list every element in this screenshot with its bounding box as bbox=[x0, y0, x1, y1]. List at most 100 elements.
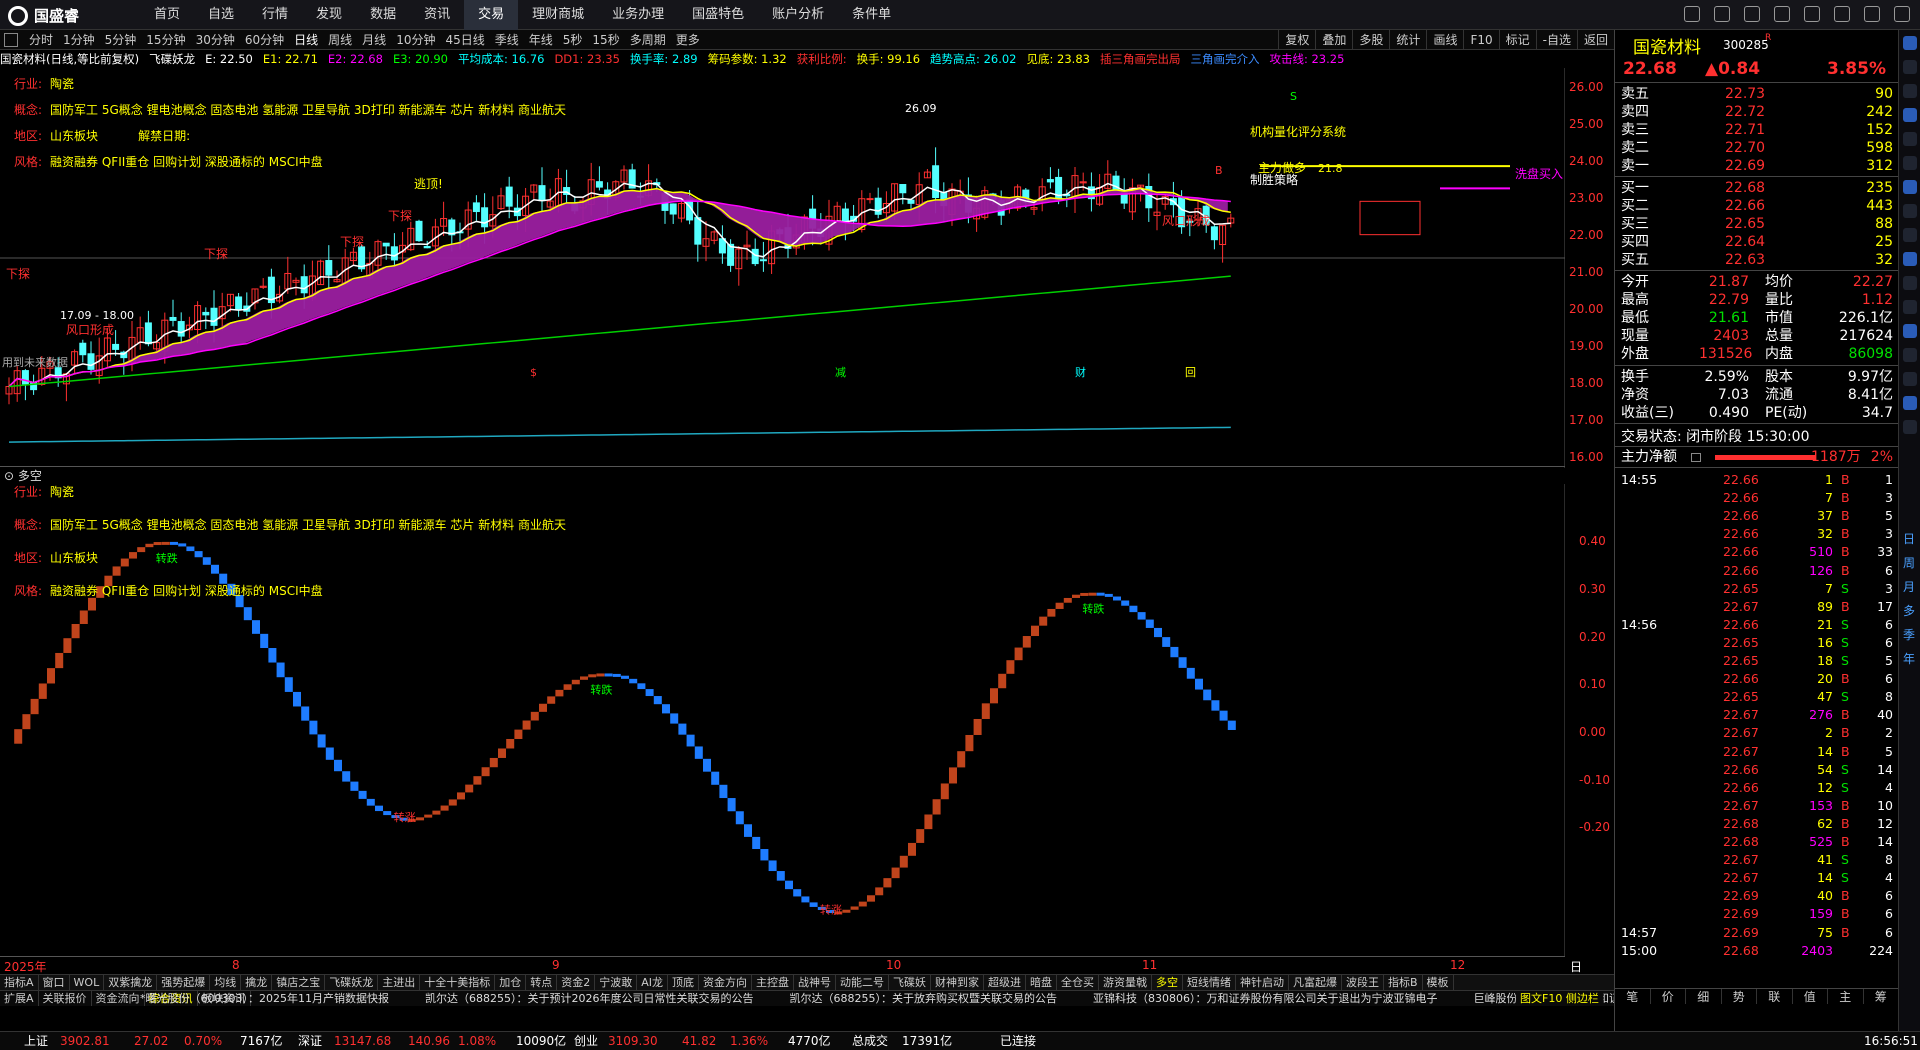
quote-panel-tab[interactable]: 筹 bbox=[1864, 989, 1899, 1004]
period-tab[interactable]: 45日线 bbox=[440, 30, 489, 50]
indicator-tab[interactable]: 游资量戟 bbox=[1099, 975, 1152, 990]
chart-tool-button[interactable]: 画线 bbox=[1426, 30, 1463, 50]
nav-item[interactable]: 理财商城 bbox=[518, 0, 598, 30]
grid-icon[interactable] bbox=[4, 33, 18, 47]
side-tool-icon[interactable] bbox=[1903, 156, 1917, 170]
indicator-tab[interactable]: 凡富起爆 bbox=[1289, 975, 1342, 990]
side-tool-icon[interactable] bbox=[1903, 276, 1917, 290]
nav-item[interactable]: 账户分析 bbox=[758, 0, 838, 30]
side-period-button[interactable]: 日 bbox=[1903, 530, 1915, 547]
news-item[interactable]: 凯尔达（688255）：关于放弃购买权暨关联交易的公告 bbox=[789, 991, 1057, 1006]
period-tab[interactable]: 60分钟 bbox=[240, 30, 289, 50]
side-tool-icon[interactable] bbox=[1903, 372, 1917, 386]
indicator-tab[interactable]: 均线 bbox=[210, 975, 242, 990]
indicator-tab[interactable]: 短线情绪 bbox=[1183, 975, 1236, 990]
chart-tool-button[interactable]: 统计 bbox=[1389, 30, 1426, 50]
menu-icon[interactable] bbox=[1804, 6, 1820, 22]
indicator-tab[interactable]: 波段王 bbox=[1342, 975, 1384, 990]
indicator-tab[interactable]: 强势起爆 bbox=[157, 975, 211, 990]
chart-tool-button[interactable]: -自选 bbox=[1535, 30, 1577, 50]
indicator-tab[interactable]: 加仓 bbox=[495, 975, 527, 990]
indicator-tab[interactable]: 飞碟妖龙 bbox=[325, 975, 379, 990]
maximize-icon[interactable] bbox=[1864, 6, 1880, 22]
indicator-tab[interactable]: 主进出 bbox=[378, 975, 421, 990]
period-tab[interactable]: 30分钟 bbox=[191, 30, 240, 50]
chart-tool-button[interactable]: 标记 bbox=[1498, 30, 1536, 50]
side-tool-icon[interactable] bbox=[1903, 84, 1917, 98]
nav-item[interactable]: 首页 bbox=[140, 0, 194, 30]
side-tool-icon[interactable] bbox=[1903, 180, 1917, 194]
indicator-tab[interactable]: 神针启动 bbox=[1236, 975, 1289, 990]
news-tab[interactable]: 资金流向 bbox=[92, 991, 145, 1006]
quote-panel-tab[interactable]: 值 bbox=[1793, 989, 1828, 1004]
news-item[interactable]: *曙光股份（600303）：2025年11月产销数据快报 bbox=[140, 991, 389, 1006]
side-tool-icon[interactable] bbox=[1903, 420, 1917, 434]
news-tab[interactable]: 关联报价 bbox=[39, 991, 92, 1006]
f10-sidebar-toggle[interactable]: 图文F10 侧边栏 bbox=[1516, 991, 1603, 1006]
nav-item[interactable]: 发现 bbox=[302, 0, 356, 30]
quote-panel-tab[interactable]: 笔 bbox=[1615, 989, 1651, 1004]
mail-icon[interactable] bbox=[1714, 6, 1730, 22]
chart-tool-button[interactable]: 返回 bbox=[1576, 30, 1614, 50]
side-period-button[interactable]: 月 bbox=[1903, 578, 1915, 595]
indicator-tab[interactable]: 模板 bbox=[1423, 975, 1454, 990]
period-tab[interactable]: 10分钟 bbox=[391, 30, 440, 50]
settings-icon[interactable] bbox=[1744, 6, 1760, 22]
side-tool-icon[interactable] bbox=[1903, 324, 1917, 338]
nav-item[interactable]: 业务办理 bbox=[598, 0, 678, 30]
nav-item[interactable]: 国盛特色 bbox=[678, 0, 758, 30]
indicator-tab[interactable]: 超级进 bbox=[984, 975, 1026, 990]
indicator-tab[interactable]: 动能二号 bbox=[836, 975, 889, 990]
indicator-tab[interactable]: 暗盘 bbox=[1026, 975, 1057, 990]
nav-item[interactable]: 行情 bbox=[248, 0, 302, 30]
indicator-tab[interactable]: 战神号 bbox=[794, 975, 836, 990]
indicator-tab[interactable]: 主控盘 bbox=[752, 975, 794, 990]
chart-tool-button[interactable]: 叠加 bbox=[1315, 30, 1352, 50]
period-tab[interactable]: 月线 bbox=[357, 30, 391, 50]
indicator-tab[interactable]: 转点 bbox=[526, 975, 558, 990]
side-tool-icon[interactable] bbox=[1903, 348, 1917, 362]
side-tool-icon[interactable] bbox=[1903, 252, 1917, 266]
period-tab[interactable]: 5分钟 bbox=[100, 30, 142, 50]
period-tab[interactable]: 季线 bbox=[490, 30, 524, 50]
period-tab[interactable]: 15秒 bbox=[587, 30, 624, 50]
news-tab[interactable]: 扩展A bbox=[0, 991, 39, 1006]
quote-panel-tab[interactable]: 主 bbox=[1828, 989, 1864, 1004]
indicator-tab[interactable]: 指标A bbox=[0, 975, 39, 990]
chat-icon[interactable] bbox=[1684, 6, 1700, 22]
kline-chart[interactable]: 26.0917.09 - 18.00风口形成风口形成逃顶!机构量化评分系统SB 洗… bbox=[0, 68, 1565, 468]
indicator-tab[interactable]: 镇店之宝 bbox=[272, 975, 326, 990]
period-tab[interactable]: 周线 bbox=[323, 30, 357, 50]
indicator-tab[interactable]: 十全十美指标 bbox=[420, 975, 496, 990]
side-period-button[interactable]: 年 bbox=[1903, 650, 1915, 667]
side-tool-icon[interactable] bbox=[1903, 300, 1917, 314]
indicator-tab[interactable]: 宁波敢 bbox=[595, 975, 638, 990]
quote-panel-tab[interactable]: 价 bbox=[1651, 989, 1686, 1004]
indicator-tab[interactable]: AI龙 bbox=[637, 975, 668, 990]
period-tab[interactable]: 5秒 bbox=[558, 30, 588, 50]
indicator-tab[interactable]: 资金方向 bbox=[699, 975, 752, 990]
side-tool-icon[interactable] bbox=[1903, 132, 1917, 146]
indicator-tab[interactable]: 指标B bbox=[1384, 975, 1423, 990]
period-tab[interactable]: 日线 bbox=[289, 30, 323, 50]
indicator-tab[interactable]: 全仓买 bbox=[1057, 975, 1099, 990]
quote-panel-tab[interactable]: 联 bbox=[1757, 989, 1793, 1004]
indicator-tab[interactable]: 财神到家 bbox=[931, 975, 984, 990]
period-tab[interactable]: 15分钟 bbox=[141, 30, 190, 50]
indicator-tab[interactable]: WOL bbox=[70, 975, 105, 990]
news-item[interactable]: 凯尔达（688255）：关于预计2026年度公司日常性关联交易的公告 bbox=[425, 991, 753, 1006]
nav-item[interactable]: 资讯 bbox=[410, 0, 464, 30]
period-tab[interactable]: 年线 bbox=[524, 30, 558, 50]
period-tab[interactable]: 多周期 bbox=[625, 30, 671, 50]
indicator-tab[interactable]: 窗口 bbox=[39, 975, 70, 990]
net-flow-icon[interactable] bbox=[1691, 453, 1701, 462]
period-tab[interactable]: 1分钟 bbox=[58, 30, 100, 50]
side-period-button[interactable]: 季 bbox=[1903, 626, 1915, 643]
side-period-button[interactable]: 周 bbox=[1903, 554, 1915, 571]
app-logo[interactable]: 国盛睿 bbox=[8, 5, 79, 26]
indicator-tab[interactable]: 飞碟妖 bbox=[889, 975, 931, 990]
side-tool-icon[interactable] bbox=[1903, 396, 1917, 410]
indicator-tab[interactable]: 顶底 bbox=[668, 975, 699, 990]
chart-tool-button[interactable]: 复权 bbox=[1278, 30, 1315, 50]
period-tab[interactable]: 更多 bbox=[671, 30, 705, 50]
